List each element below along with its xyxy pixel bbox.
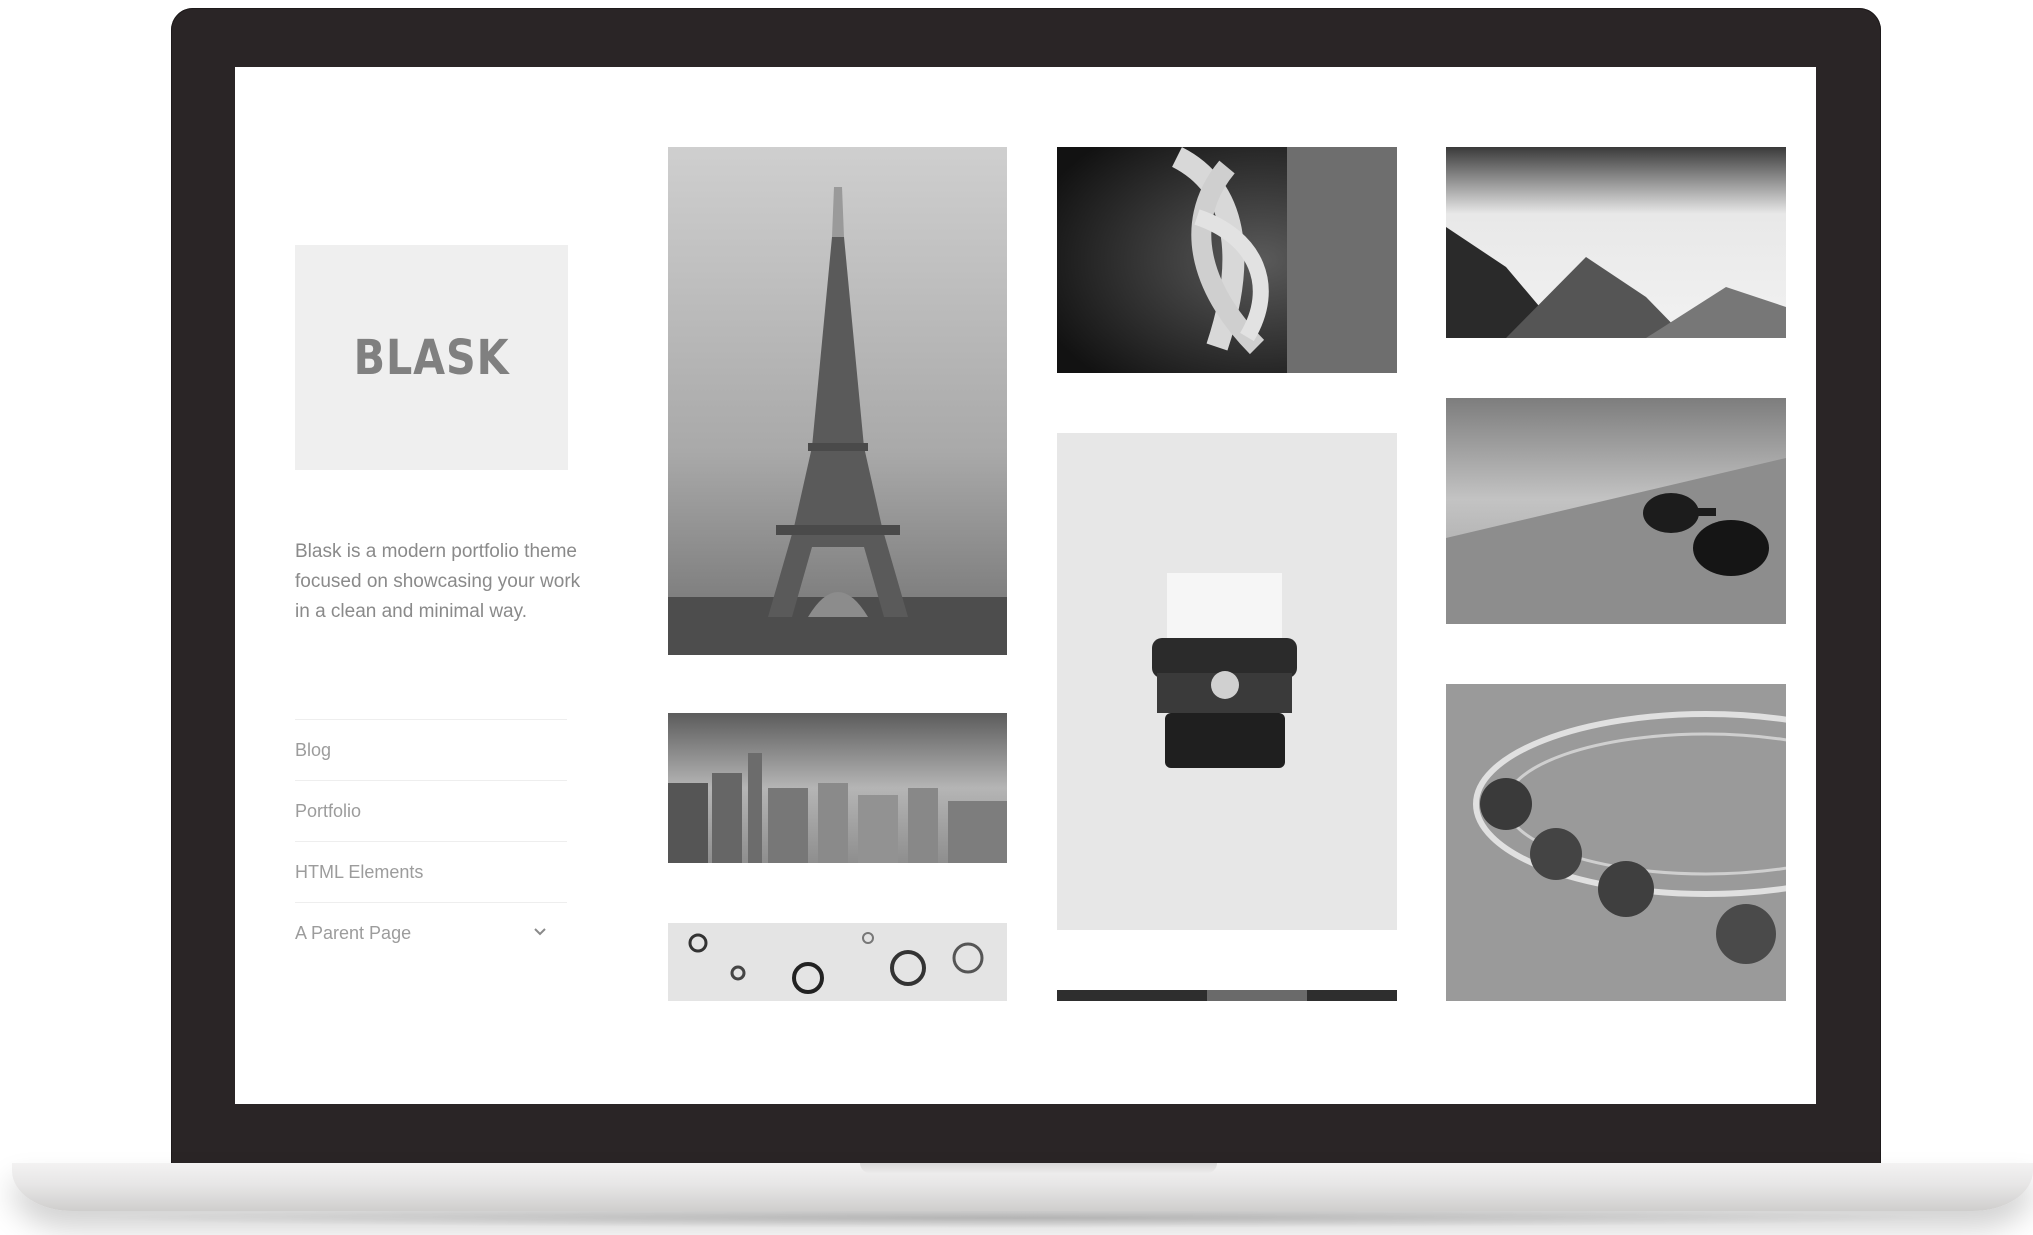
laptop-mockup: BLASK Blask is a modern portfolio theme …: [0, 0, 2033, 1235]
nav-item-blog[interactable]: Blog: [295, 719, 567, 780]
laptop-notch: [860, 1163, 1217, 1173]
nav-item-a-parent-page[interactable]: A Parent Page: [295, 902, 567, 963]
nav-item-html-elements[interactable]: HTML Elements: [295, 841, 567, 902]
main-navigation: Blog Portfolio HTML Elements A Parent Pa…: [295, 719, 567, 963]
ferris-wheel-photo[interactable]: [1446, 684, 1786, 1001]
rope-knot-photo[interactable]: [1057, 147, 1397, 373]
nav-item-label: Portfolio: [295, 800, 362, 821]
sunglasses-photo[interactable]: [1446, 398, 1786, 624]
typewriter-photo[interactable]: [1057, 433, 1397, 930]
site-logo-text: BLASK: [353, 329, 510, 386]
eiffel-tower-photo[interactable]: [668, 147, 1007, 655]
site-logo[interactable]: BLASK: [295, 245, 568, 470]
laptop-shadow: [80, 1208, 1960, 1228]
nav-item-label: HTML Elements: [295, 861, 424, 882]
dark-partial-photo[interactable]: [1057, 990, 1397, 1001]
water-drops-photo[interactable]: [668, 923, 1007, 1001]
website-screen: BLASK Blask is a modern portfolio theme …: [235, 67, 1816, 1104]
chevron-down-icon[interactable]: [533, 925, 547, 939]
site-description: Blask is a modern portfolio theme focuse…: [295, 541, 581, 622]
misty-forest-photo[interactable]: [1446, 147, 1786, 338]
city-skyline-photo[interactable]: [668, 713, 1007, 863]
nav-item-label: A Parent Page: [295, 922, 412, 943]
nav-item-label: Blog: [295, 739, 332, 760]
laptop-base: [12, 1163, 2033, 1211]
nav-item-portfolio[interactable]: Portfolio: [295, 780, 567, 841]
